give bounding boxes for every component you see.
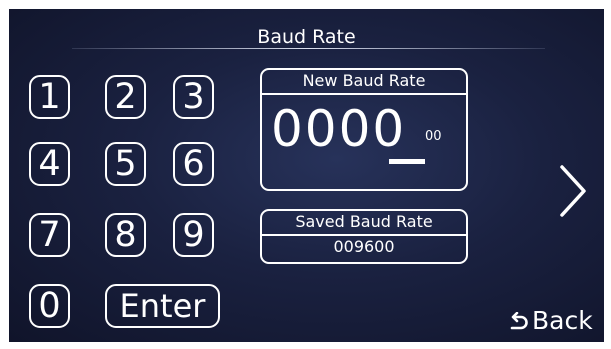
saved-baud-rate-panel: Saved Baud Rate 009600 — [260, 209, 468, 264]
chevron-right-icon[interactable] — [558, 164, 588, 222]
key-5-label: 5 — [114, 144, 137, 184]
key-8-label: 8 — [114, 215, 137, 255]
key-2[interactable]: 2 — [105, 75, 146, 119]
key-4-label: 4 — [38, 144, 61, 184]
new-baud-rate-fraction: 00 — [425, 129, 442, 144]
new-baud-rate-label: New Baud Rate — [262, 70, 466, 95]
key-1[interactable]: 1 — [29, 75, 70, 119]
page-title: Baud Rate — [257, 26, 356, 48]
new-baud-rate-panel[interactable]: New Baud Rate 0000 00 — [260, 68, 468, 191]
key-2-label: 2 — [114, 77, 137, 117]
key-3[interactable]: 3 — [173, 75, 214, 119]
title-divider — [72, 48, 545, 49]
key-6[interactable]: 6 — [173, 142, 214, 186]
back-button[interactable]: Back — [509, 307, 593, 335]
back-button-label: Back — [532, 306, 593, 335]
key-0[interactable]: 0 — [29, 284, 70, 328]
enter-button[interactable]: Enter — [105, 284, 220, 328]
key-3-label: 3 — [182, 77, 205, 117]
key-7-label: 7 — [38, 215, 61, 255]
enter-button-label: Enter — [119, 287, 206, 325]
key-6-label: 6 — [182, 144, 205, 184]
new-baud-rate-value: 0000 — [271, 100, 407, 158]
key-9[interactable]: 9 — [173, 213, 214, 257]
key-0-label: 0 — [38, 286, 61, 326]
key-5[interactable]: 5 — [105, 142, 146, 186]
saved-baud-rate-label: Saved Baud Rate — [262, 211, 466, 236]
key-8[interactable]: 8 — [105, 213, 146, 257]
saved-baud-rate-value: 009600 — [333, 237, 395, 256]
key-9-label: 9 — [182, 215, 205, 255]
digit-cursor — [389, 159, 425, 164]
key-7[interactable]: 7 — [29, 213, 70, 257]
baud-rate-screen: Baud Rate 1 2 3 4 5 6 7 8 9 0 Enter New … — [9, 9, 604, 342]
key-1-label: 1 — [38, 77, 61, 117]
key-4[interactable]: 4 — [29, 142, 70, 186]
undo-arrow-icon — [510, 311, 528, 330]
